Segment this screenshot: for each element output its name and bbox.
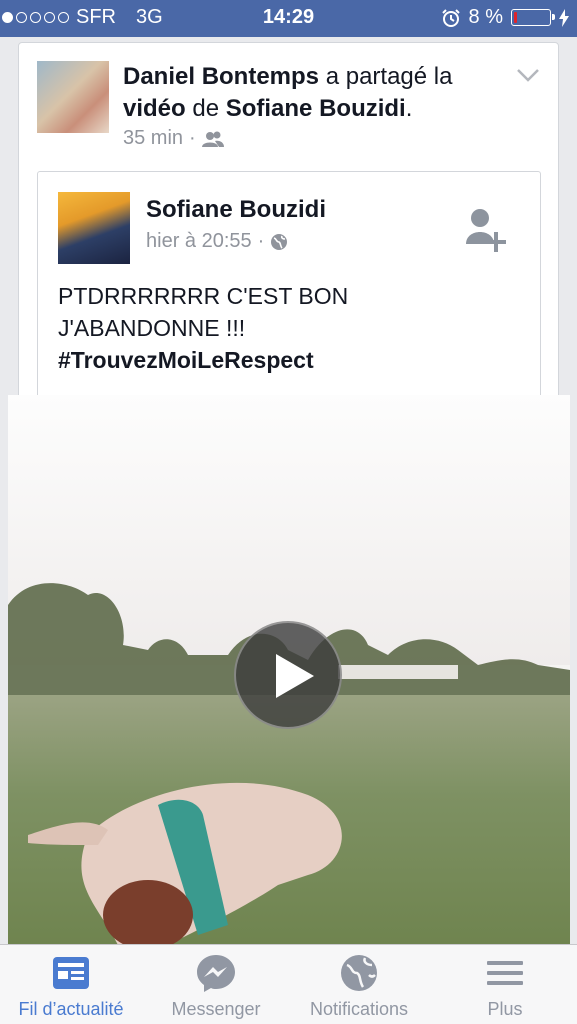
globe-icon: [339, 953, 379, 993]
battery-icon: [511, 9, 555, 26]
tab-label: Plus: [487, 999, 523, 1019]
globe-icon: [271, 233, 288, 250]
post-text-line: J'ABANDONNE !!!: [58, 315, 246, 341]
tab-messenger[interactable]: Messenger: [160, 953, 272, 1020]
battery-percent: 8 %: [468, 6, 503, 28]
tab-news-feed[interactable]: Fil d’actualité: [8, 953, 134, 1020]
post-meta: hier à 20:55 ·: [146, 230, 288, 253]
share-header: Daniel Bontemps a partagé la vidéo de So…: [123, 61, 483, 125]
tab-more[interactable]: Plus: [450, 953, 560, 1020]
sharer-name-link[interactable]: Daniel Bontemps: [123, 63, 319, 90]
author-name-link[interactable]: Sofiane Bouzidi: [226, 95, 406, 122]
video-person: [28, 782, 342, 945]
share-time[interactable]: 35 min: [123, 127, 183, 150]
video-player[interactable]: [8, 395, 570, 945]
alarm-icon: [441, 8, 460, 27]
add-friend-icon[interactable]: [464, 206, 508, 252]
friends-icon: [201, 131, 224, 147]
post-text: PTDRRRRRRR C'EST BON J'ABANDONNE !!! #Tr…: [58, 280, 518, 376]
author-name[interactable]: Sofiane Bouzidi: [146, 196, 326, 224]
tab-notifications[interactable]: Notifications: [300, 953, 418, 1020]
video-link[interactable]: vidéo: [123, 95, 186, 122]
preposition-text: de: [185, 95, 226, 122]
chevron-down-icon[interactable]: [516, 67, 540, 83]
hashtag-link[interactable]: #TrouvezMoiLeRespect: [58, 344, 518, 376]
battery-level: [514, 12, 517, 23]
trailing-punct: .: [405, 95, 413, 122]
bottom-tab-bar: Fil d’actualité Messenger Notifications: [0, 944, 577, 1024]
share-meta: 35 min ·: [123, 127, 224, 150]
share-action-text: a partagé la: [319, 63, 453, 90]
messenger-icon: [196, 953, 236, 993]
tab-label: Notifications: [309, 999, 409, 1019]
author-avatar[interactable]: [58, 192, 130, 264]
tab-label: Fil d’actualité: [18, 999, 124, 1019]
meta-separator: ·: [257, 230, 265, 252]
post-text-line: PTDRRRRRRR C'EST BON: [58, 283, 349, 309]
tab-label: Messenger: [171, 999, 261, 1019]
play-button[interactable]: [234, 621, 342, 729]
status-right: 8 %: [441, 6, 569, 29]
charging-icon: [559, 8, 569, 27]
news-feed-icon: [51, 953, 91, 993]
post-timestamp[interactable]: hier à 20:55: [146, 230, 252, 253]
sharer-avatar[interactable]: [37, 61, 109, 133]
status-bar: SFR 3G 14:29 8 %: [0, 0, 577, 37]
meta-separator: ·: [189, 127, 196, 149]
menu-icon: [485, 953, 525, 993]
